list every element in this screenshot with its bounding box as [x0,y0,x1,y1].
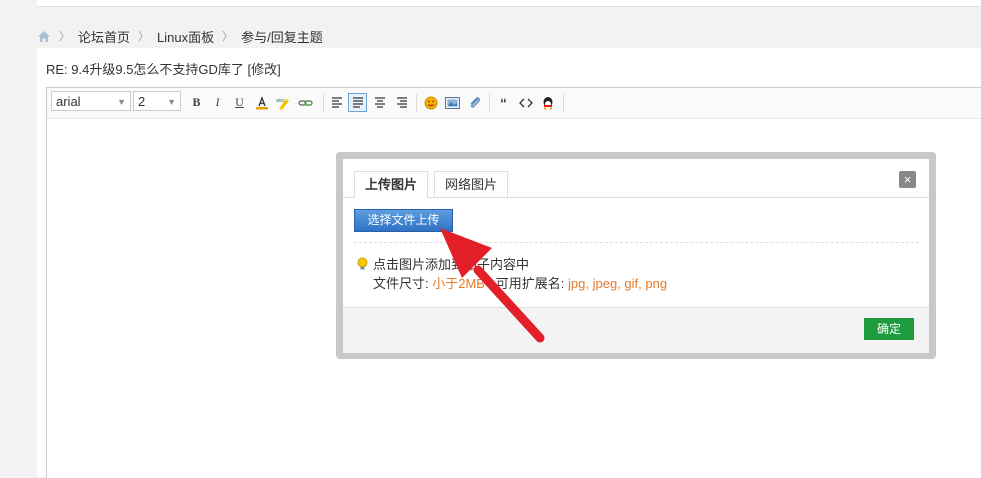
close-icon[interactable]: × [899,171,916,188]
italic-icon[interactable]: I [208,93,227,112]
smiley-icon[interactable] [421,93,440,112]
code-icon[interactable] [516,93,535,112]
select-file-upload-button[interactable]: 选择文件上传 [354,209,453,232]
align-center-icon[interactable] [370,93,389,112]
toolbar-divider [323,94,324,112]
bold-icon[interactable]: B [187,93,206,112]
font-size-value: 2 [138,94,146,109]
chevron-right-icon: 〉 [222,31,234,43]
font-family-select[interactable]: arial ▼ [51,91,131,111]
toolbar-divider [489,94,490,112]
link-icon[interactable] [296,93,315,112]
ext-label: , 可用扩展名: [484,276,569,291]
quote-icon[interactable]: “ [494,93,513,112]
align-right-icon[interactable] [392,93,411,112]
dialog-tabs: 上传图片 网络图片 × [343,159,929,198]
qq-icon[interactable] [538,93,557,112]
dropdown-arrow-icon: ▼ [167,97,176,107]
dropdown-arrow-icon: ▼ [117,97,126,107]
toolbar-divider [563,94,564,112]
font-color-icon[interactable] [252,93,271,112]
size-value: 小于2MB [432,276,485,291]
underline-icon[interactable]: U [230,93,249,112]
toolbar-divider [416,94,417,112]
align-justify-icon[interactable] [348,93,367,112]
breadcrumb-linux-board[interactable]: Linux面板 [157,27,214,46]
left-gutter [0,0,37,477]
confirm-button[interactable]: 确定 [864,318,914,340]
tip-text: 点击图片添加到帖子内容中 [373,257,530,272]
svg-text:abc: abc [276,98,285,104]
image-upload-dialog: 上传图片 网络图片 × 选择文件上传 点击图片添加到帖子内容中 文件尺寸: 小于… [336,152,936,359]
highlight-icon[interactable]: abc [274,93,293,112]
top-panel [37,0,981,7]
upload-tip: 点击图片添加到帖子内容中 [356,254,529,273]
breadcrumb-forum-home[interactable]: 论坛首页 [78,27,130,46]
home-icon[interactable] [37,30,51,43]
align-left-icon[interactable] [327,93,346,112]
divider [354,242,919,243]
dialog-footer: 确定 [343,307,929,353]
chevron-right-icon: 〉 [59,31,70,43]
post-title: RE: 9.4升级9.5怎么不支持GD库了 [修改] [46,62,281,77]
breadcrumb-current: 参与/回复主题 [241,29,323,45]
font-size-select[interactable]: 2 ▼ [133,91,181,111]
font-family-value: arial [56,94,81,109]
tab-upload-image[interactable]: 上传图片 [354,171,429,198]
tab-web-image[interactable]: 网络图片 [434,171,509,197]
ext-value: jpg, jpeg, gif, png [568,276,668,291]
image-icon[interactable] [443,93,462,112]
editor-toolbar: arial ▼ 2 ▼ B I U abc “ [47,88,981,119]
lightbulb-icon [356,257,369,271]
dialog-body: 上传图片 网络图片 × 选择文件上传 点击图片添加到帖子内容中 文件尺寸: 小于… [343,159,929,353]
breadcrumb: 〉 论坛首页 〉 Linux面板 〉 参与/回复主题 [37,26,323,46]
attachment-icon[interactable] [465,93,484,112]
size-label: 文件尺寸: [373,276,433,291]
chevron-right-icon: 〉 [138,31,150,43]
file-constraints: 文件尺寸: 小于2MB , 可用扩展名: jpg, jpeg, gif, png [373,273,667,292]
